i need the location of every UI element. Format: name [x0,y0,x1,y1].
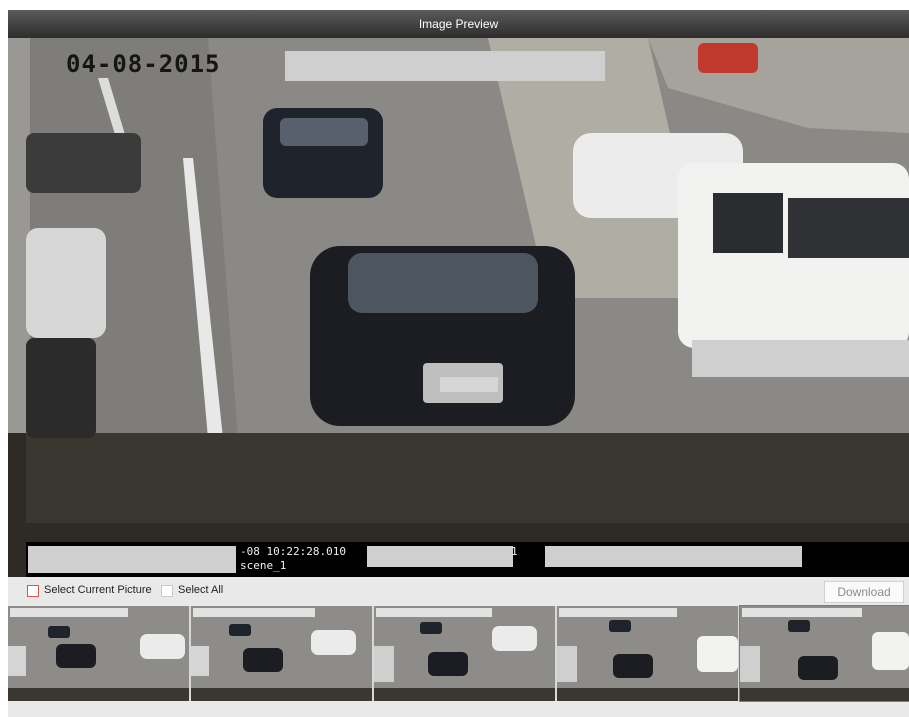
redacted-thumb-label [193,608,315,617]
select-current-label[interactable]: Select Current Picture [44,584,152,596]
redacted-thumb-label [10,608,128,617]
redacted-thumb-label [376,608,492,617]
thumbnail-image [374,606,555,701]
info-suffix-text: 1 [511,545,518,558]
thumbnail-1[interactable] [8,606,189,701]
redacted-info [28,546,236,573]
thumbnail-3[interactable] [374,606,555,701]
selection-controls: Select Current Picture Select All Downlo… [8,579,909,604]
camera-date-overlay: 04-08-2015 [66,50,221,78]
thumbnail-strip [8,605,909,702]
window-title: Image Preview [8,10,909,38]
thumbnail-4[interactable] [557,606,738,701]
redacted-plate [440,377,498,392]
select-all-label[interactable]: Select All [178,584,223,596]
traffic-scene-image [8,38,909,577]
thumbnail-2[interactable] [191,606,372,701]
preview-image: 04-08-2015 -08 10:22:28.010 scene_1 1 [8,38,909,577]
image-info-bar: -08 10:22:28.010 scene_1 1 [26,542,909,577]
redacted-info [367,546,513,567]
image-preview-window: Image Preview 04-08-2015 -08 10:22:28.01… [8,10,909,717]
thumbnail-image [557,606,738,701]
redacted-overlay [692,340,909,377]
redacted-thumb-label [742,608,862,617]
thumbnail-image [740,606,909,701]
redacted-overlay [285,51,605,81]
thumbnail-image [191,606,372,701]
download-button[interactable]: Download [824,581,904,603]
select-all-checkbox[interactable] [161,585,173,597]
redacted-thumb-label [559,608,677,617]
select-current-checkbox[interactable] [27,585,39,597]
thumbnail-5[interactable] [739,605,909,702]
thumbnail-image [8,606,189,701]
capture-time-text: -08 10:22:28.010 [240,545,346,558]
redacted-info [545,546,802,567]
scene-text: scene_1 [240,559,287,572]
